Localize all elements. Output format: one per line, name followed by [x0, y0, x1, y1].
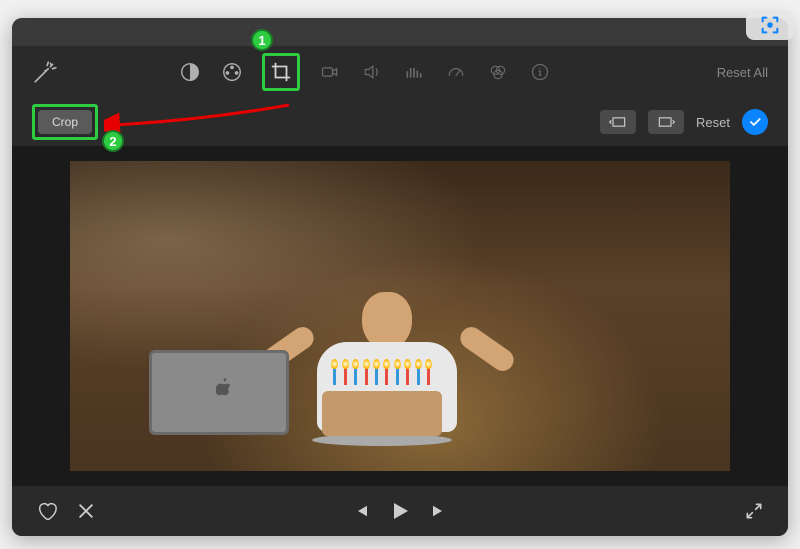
- left-playback-controls: [36, 500, 96, 522]
- color-balance-button[interactable]: [486, 60, 510, 84]
- apply-button[interactable]: [742, 109, 768, 135]
- capture-icon: [759, 14, 781, 36]
- birthday-cake: [322, 391, 452, 446]
- laptop-screen: [149, 350, 289, 435]
- party-hat: [373, 248, 405, 296]
- crop-option-highlight: Crop: [32, 104, 98, 140]
- speedometer-icon: [446, 62, 466, 82]
- next-button[interactable]: [430, 502, 448, 520]
- equalizer-button[interactable]: [402, 60, 426, 84]
- window-titlebar: [12, 18, 788, 46]
- previous-icon: [352, 502, 370, 520]
- rotate-ccw-button[interactable]: [600, 110, 636, 134]
- rotate-cw-icon: [656, 115, 676, 129]
- info-icon: [530, 62, 550, 82]
- previous-button[interactable]: [352, 502, 370, 520]
- play-button[interactable]: [388, 499, 412, 523]
- magic-wand-button[interactable]: [32, 59, 58, 85]
- center-playback-controls: [352, 499, 448, 523]
- reset-button[interactable]: Reset: [696, 115, 730, 130]
- annotation-badge-1: 1: [251, 29, 273, 51]
- camera-icon: [320, 62, 340, 82]
- playback-bar: [12, 486, 788, 536]
- contrast-icon: [179, 61, 201, 83]
- video-editor-window: Reset All Crop Reset: [12, 18, 788, 536]
- crop-button[interactable]: [269, 60, 293, 84]
- crop-icon: [270, 61, 292, 83]
- magic-wand-icon: [32, 59, 58, 85]
- volume-icon: [362, 62, 382, 82]
- right-playback-controls: [744, 501, 764, 521]
- crop-tool-highlight: [262, 53, 300, 91]
- laptop: [149, 350, 299, 440]
- color-balance-icon: [488, 62, 508, 82]
- fullscreen-button[interactable]: [744, 501, 764, 521]
- fullscreen-icon: [744, 501, 764, 521]
- equalizer-icon: [404, 62, 424, 82]
- volume-button[interactable]: [360, 60, 384, 84]
- contrast-button[interactable]: [178, 60, 202, 84]
- speed-button[interactable]: [444, 60, 468, 84]
- video-frame[interactable]: [70, 161, 730, 471]
- info-button[interactable]: [528, 60, 552, 84]
- next-icon: [430, 502, 448, 520]
- crop-right-controls: Reset: [600, 109, 768, 135]
- annotation-arrow: [104, 100, 294, 150]
- color-wheel-icon: [221, 61, 243, 83]
- cake-body: [322, 391, 442, 436]
- favorite-button[interactable]: [36, 500, 58, 522]
- candles: [322, 367, 442, 385]
- adjustments-toolbar: Reset All: [12, 46, 788, 98]
- tool-icons-group: [178, 53, 552, 91]
- rotate-ccw-icon: [608, 115, 628, 129]
- reject-button[interactable]: [76, 500, 96, 522]
- stabilization-button[interactable]: [318, 60, 342, 84]
- rotate-cw-button[interactable]: [648, 110, 684, 134]
- reset-all-button[interactable]: Reset All: [717, 65, 768, 80]
- video-preview-area: [12, 146, 788, 486]
- checkmark-icon: [748, 115, 762, 129]
- reject-icon: [76, 501, 96, 521]
- crop-option-button[interactable]: Crop: [38, 110, 92, 134]
- apple-logo-icon: [216, 378, 232, 401]
- play-icon: [388, 499, 412, 523]
- color-wheel-button[interactable]: [220, 60, 244, 84]
- heart-icon: [36, 500, 58, 522]
- screenshot-capture-badge: [746, 10, 794, 40]
- annotation-badge-2: 2: [102, 130, 124, 152]
